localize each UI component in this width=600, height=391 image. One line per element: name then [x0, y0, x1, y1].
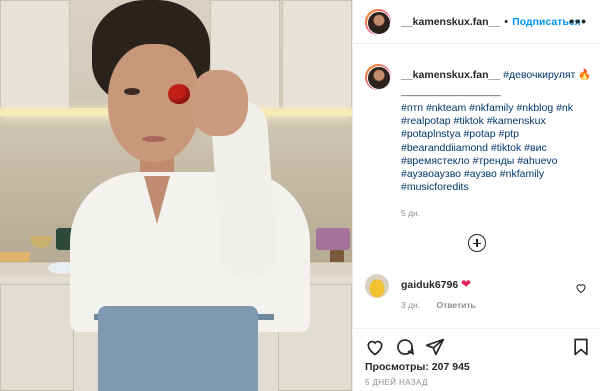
bowl: [30, 236, 52, 248]
reply-button[interactable]: Ответить: [436, 300, 475, 310]
caption-first-line: __kamenskux.fan__ #девочкирулят 🔥: [401, 68, 591, 81]
comment-like-icon[interactable]: [575, 282, 587, 297]
comment-username[interactable]: gaiduk6796: [401, 279, 458, 291]
container: [316, 228, 350, 250]
caption-timestamp: 5 дн.: [401, 208, 421, 218]
post-timestamp: 5 ДНЕЙ НАЗАД: [365, 378, 428, 387]
author-username[interactable]: __kamenskux.fan__: [401, 16, 500, 28]
cherry-tomato: [168, 84, 190, 104]
person-lips: [142, 136, 166, 142]
paper-plane-icon[interactable]: [425, 337, 445, 357]
comment-icon[interactable]: [395, 337, 415, 357]
caption-divider-text: ______________________: [401, 86, 501, 96]
post-header: __kamenskux.fan__ • Подписаться •••: [353, 0, 600, 44]
cabinet-door: [0, 284, 74, 391]
caption-avatar[interactable]: [365, 64, 391, 90]
fire-emoji-icon: 🔥: [578, 69, 592, 81]
action-bar: [353, 328, 600, 364]
comment-meta: 3 дн. Ответить: [401, 300, 476, 310]
person-eye: [124, 88, 140, 95]
cabinet: [0, 0, 70, 110]
post-side-panel: __kamenskux.fan__ • Подписаться ••• __ka…: [352, 0, 600, 391]
post-media[interactable]: [0, 0, 352, 391]
cabinet: [282, 0, 352, 110]
plus-circle-icon[interactable]: [468, 234, 486, 252]
separator-dot: •: [504, 15, 509, 28]
caption-hashtags[interactable]: #птп #nkteam #nkfamily #nkblog #nk #real…: [401, 102, 591, 194]
commenter-avatar[interactable]: [365, 274, 389, 298]
views-count: Просмотры: 207 945: [365, 361, 470, 373]
comment-time: 3 дн.: [401, 300, 421, 310]
bookmark-icon[interactable]: [571, 337, 591, 357]
heart-emoji-icon: ❤: [461, 277, 472, 291]
hashtag-link[interactable]: #девочкирулят: [503, 69, 575, 81]
heart-outline-icon[interactable]: [365, 337, 385, 357]
person-hand: [192, 70, 248, 136]
caption-username[interactable]: __kamenskux.fan__: [401, 69, 500, 81]
person-face: [108, 44, 200, 162]
apron: [98, 306, 258, 391]
author-avatar[interactable]: [365, 8, 391, 35]
more-icon[interactable]: •••: [569, 13, 587, 29]
